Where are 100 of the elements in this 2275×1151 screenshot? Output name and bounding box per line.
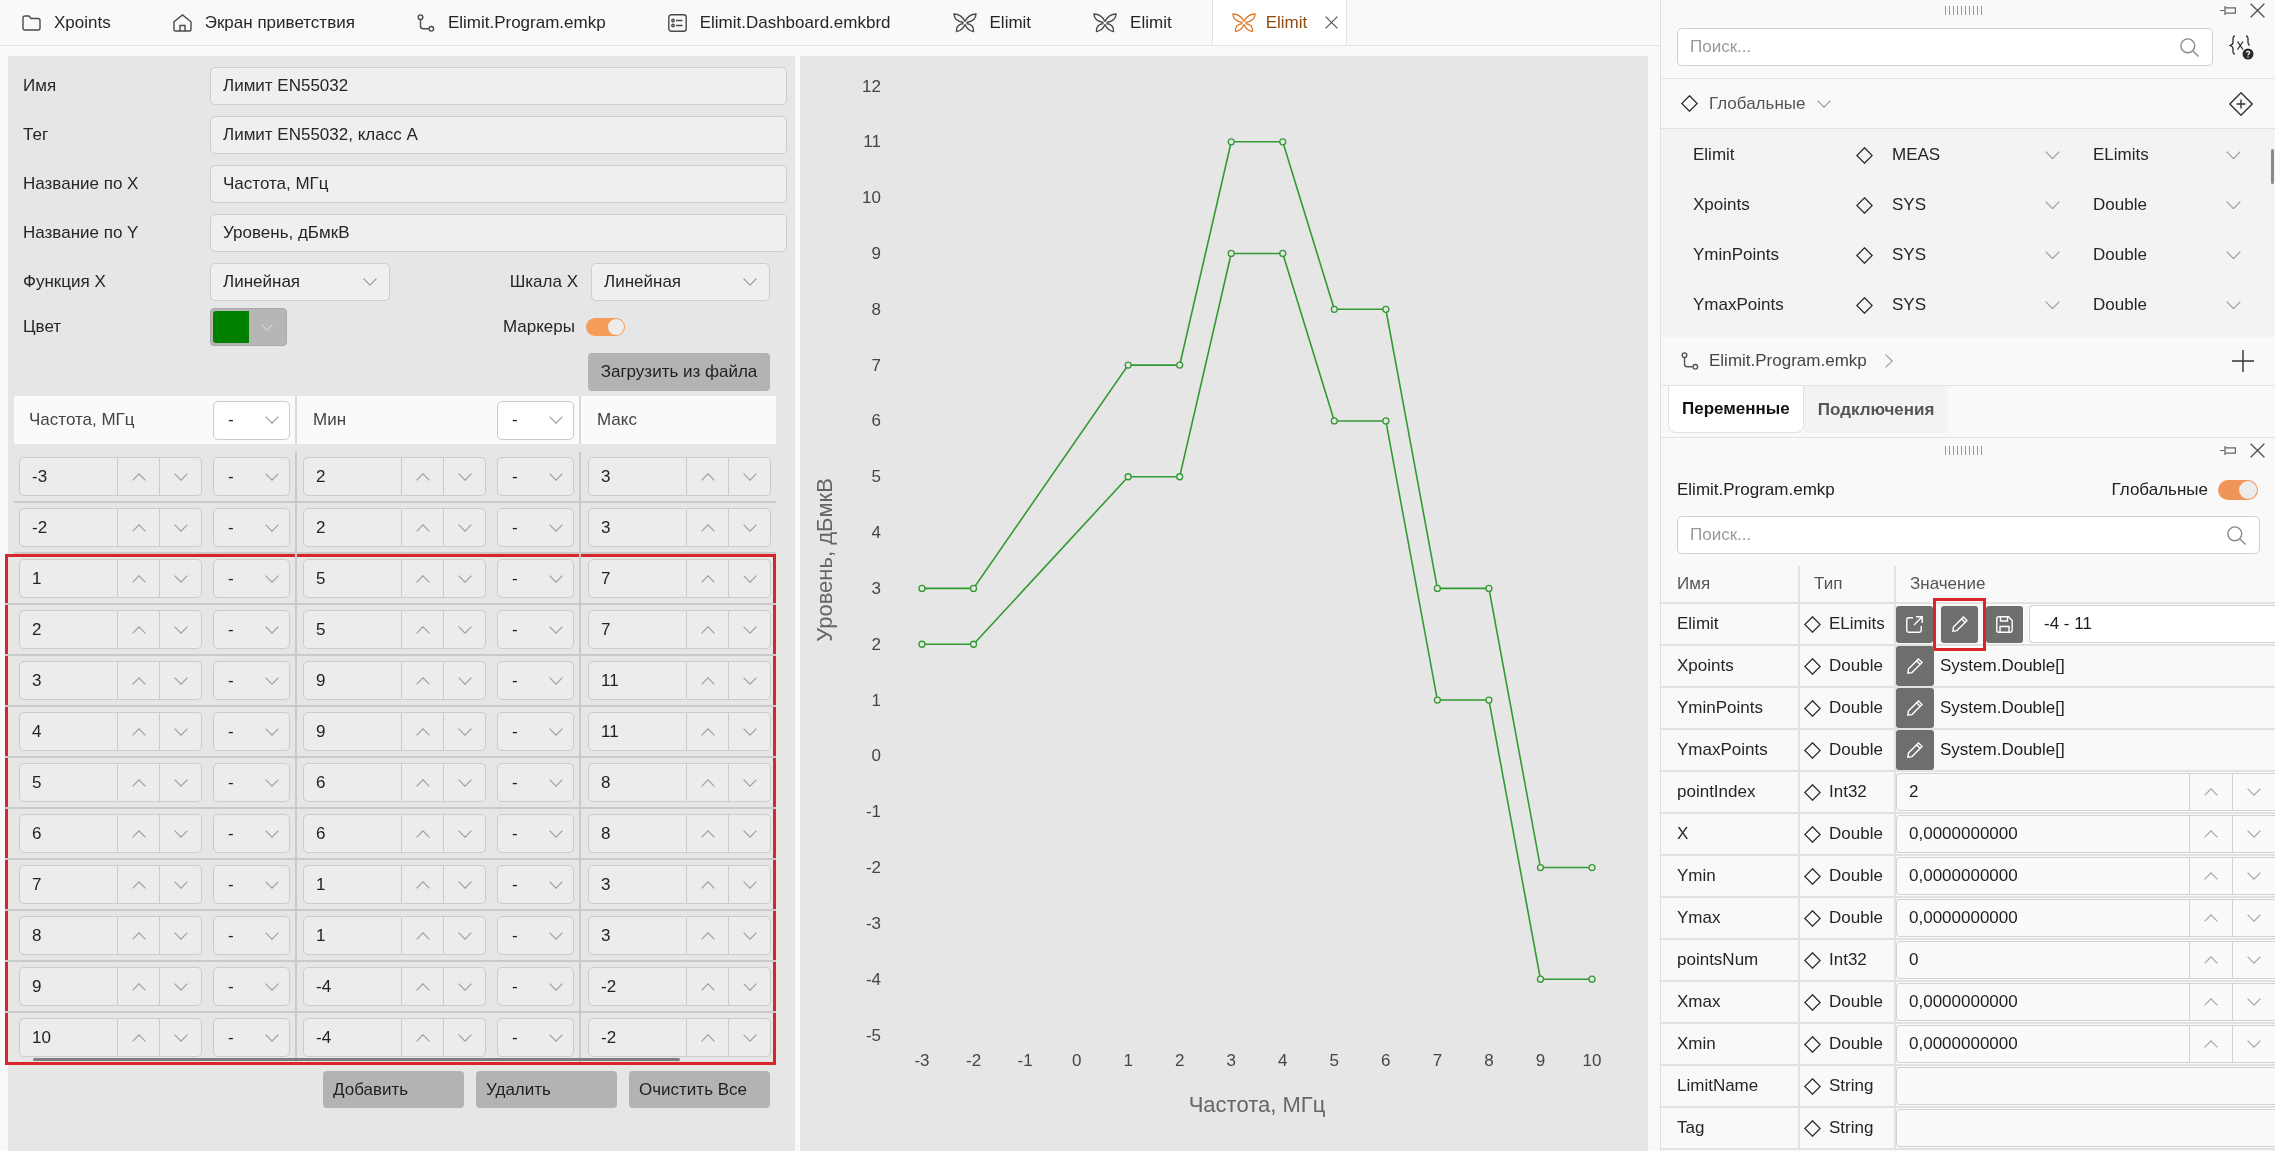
increment-button[interactable] xyxy=(402,610,444,649)
unit-dropdown[interactable]: - xyxy=(497,508,574,547)
increment-button[interactable] xyxy=(402,967,444,1006)
decrement-button[interactable] xyxy=(160,814,202,853)
increment-button[interactable] xyxy=(2189,773,2232,811)
number-field[interactable]: 6 xyxy=(19,814,118,853)
decrement-button[interactable] xyxy=(729,865,771,904)
scale-dropdown[interactable]: Линейная xyxy=(591,263,770,301)
number-field[interactable]: 10 xyxy=(19,1018,118,1057)
number-field[interactable]: -4 xyxy=(303,1018,402,1057)
unit-dropdown[interactable]: - xyxy=(497,916,574,955)
increment-button[interactable] xyxy=(687,763,729,802)
unit-dropdown[interactable]: - xyxy=(213,814,290,853)
decrement-button[interactable] xyxy=(729,712,771,751)
number-field[interactable]: 3 xyxy=(588,865,687,904)
increment-button[interactable] xyxy=(2189,941,2232,979)
number-field[interactable]: -4 xyxy=(303,967,402,1006)
pin-icon[interactable] xyxy=(2220,4,2236,16)
decrement-button[interactable] xyxy=(444,1018,486,1057)
unit-dropdown[interactable]: - xyxy=(497,712,574,751)
decrement-button[interactable] xyxy=(729,916,771,955)
unit-dropdown[interactable]: - xyxy=(213,559,290,598)
increment-button[interactable] xyxy=(687,814,729,853)
increment-button[interactable] xyxy=(402,1018,444,1057)
number-field[interactable]: -2 xyxy=(588,967,687,1006)
number-field[interactable]: 11 xyxy=(588,661,687,700)
decrement-button[interactable] xyxy=(729,967,771,1006)
number-field[interactable]: 8 xyxy=(19,916,118,955)
increment-button[interactable] xyxy=(687,508,729,547)
grip-icon[interactable] xyxy=(1944,445,1982,455)
number-field[interactable]: 0 xyxy=(1896,941,2189,979)
unit-dropdown[interactable]: - xyxy=(213,508,290,547)
increment-button[interactable] xyxy=(118,967,160,1006)
increment-button[interactable] xyxy=(118,916,160,955)
unit-dropdown[interactable]: - xyxy=(213,916,290,955)
number-field[interactable]: 3 xyxy=(588,916,687,955)
unit-dropdown[interactable]: - xyxy=(497,814,574,853)
unit-dropdown[interactable]: - xyxy=(213,1018,290,1057)
number-field[interactable]: 5 xyxy=(303,610,402,649)
editor-tab[interactable]: Elimit xyxy=(1071,0,1212,45)
increment-button[interactable] xyxy=(118,661,160,700)
unit-dropdown[interactable]: - xyxy=(497,559,574,598)
increment-button[interactable] xyxy=(687,967,729,1006)
increment-button[interactable] xyxy=(2189,857,2232,895)
decrement-button[interactable] xyxy=(729,610,771,649)
unit-dropdown[interactable]: - xyxy=(213,763,290,802)
unit-dropdown[interactable]: - xyxy=(497,865,574,904)
number-field[interactable]: 8 xyxy=(588,763,687,802)
increment-button[interactable] xyxy=(118,763,160,802)
edit-button[interactable] xyxy=(1896,646,1934,686)
category-dropdown[interactable]: SYS xyxy=(1892,292,2060,318)
number-field[interactable]: 1 xyxy=(303,916,402,955)
increment-button[interactable] xyxy=(402,712,444,751)
increment-button[interactable] xyxy=(687,661,729,700)
scope-dropdown[interactable]: Глобальные xyxy=(1709,90,1832,117)
decrement-button[interactable] xyxy=(729,1018,771,1057)
increment-button[interactable] xyxy=(2189,983,2232,1021)
type-dropdown[interactable]: Double xyxy=(2093,292,2241,318)
unit-dropdown[interactable]: - xyxy=(213,457,290,496)
decrement-button[interactable] xyxy=(160,610,202,649)
category-dropdown[interactable]: SYS xyxy=(1892,242,2060,268)
decrement-button[interactable] xyxy=(444,712,486,751)
unit-dropdown[interactable]: - xyxy=(213,967,290,1006)
globals-toggle[interactable] xyxy=(2218,480,2258,500)
decrement-button[interactable] xyxy=(444,865,486,904)
increment-button[interactable] xyxy=(118,457,160,496)
table-action-button[interactable]: Очистить Все xyxy=(629,1071,770,1108)
decrement-button[interactable] xyxy=(160,1018,202,1057)
text-field[interactable]: -4 - 11 xyxy=(2029,605,2275,643)
braces-icon[interactable] xyxy=(2229,34,2254,60)
increment-button[interactable] xyxy=(2189,1025,2232,1063)
decrement-button[interactable] xyxy=(444,661,486,700)
decrement-button[interactable] xyxy=(729,661,771,700)
unit-dropdown[interactable]: - xyxy=(497,763,574,802)
number-field[interactable]: 4 xyxy=(19,712,118,751)
breadcrumb-link[interactable]: Elimit.Program.emkp xyxy=(1709,348,1867,374)
decrement-button[interactable] xyxy=(2232,815,2275,853)
diamond-plus-icon[interactable] xyxy=(2229,91,2253,116)
decrement-button[interactable] xyxy=(2232,899,2275,937)
increment-button[interactable] xyxy=(402,661,444,700)
increment-button[interactable] xyxy=(687,559,729,598)
decrement-button[interactable] xyxy=(729,763,771,802)
number-field[interactable]: 8 xyxy=(588,814,687,853)
decrement-button[interactable] xyxy=(160,916,202,955)
edit-button[interactable] xyxy=(1941,605,1978,643)
decrement-button[interactable] xyxy=(444,508,486,547)
number-field[interactable]: -2 xyxy=(19,508,118,547)
increment-button[interactable] xyxy=(402,763,444,802)
increment-button[interactable] xyxy=(118,1018,160,1057)
increment-button[interactable] xyxy=(118,814,160,853)
number-field[interactable]: 2 xyxy=(303,508,402,547)
number-field[interactable]: -2 xyxy=(588,1018,687,1057)
decrement-button[interactable] xyxy=(444,457,486,496)
increment-button[interactable] xyxy=(402,457,444,496)
number-field[interactable]: 9 xyxy=(303,712,402,751)
open-button[interactable] xyxy=(1896,605,1933,643)
number-field[interactable]: 0,0000000000 xyxy=(1896,983,2189,1021)
unit-dropdown[interactable]: - xyxy=(213,610,290,649)
type-dropdown[interactable]: Double xyxy=(2093,192,2241,218)
close-icon[interactable] xyxy=(2250,442,2265,458)
